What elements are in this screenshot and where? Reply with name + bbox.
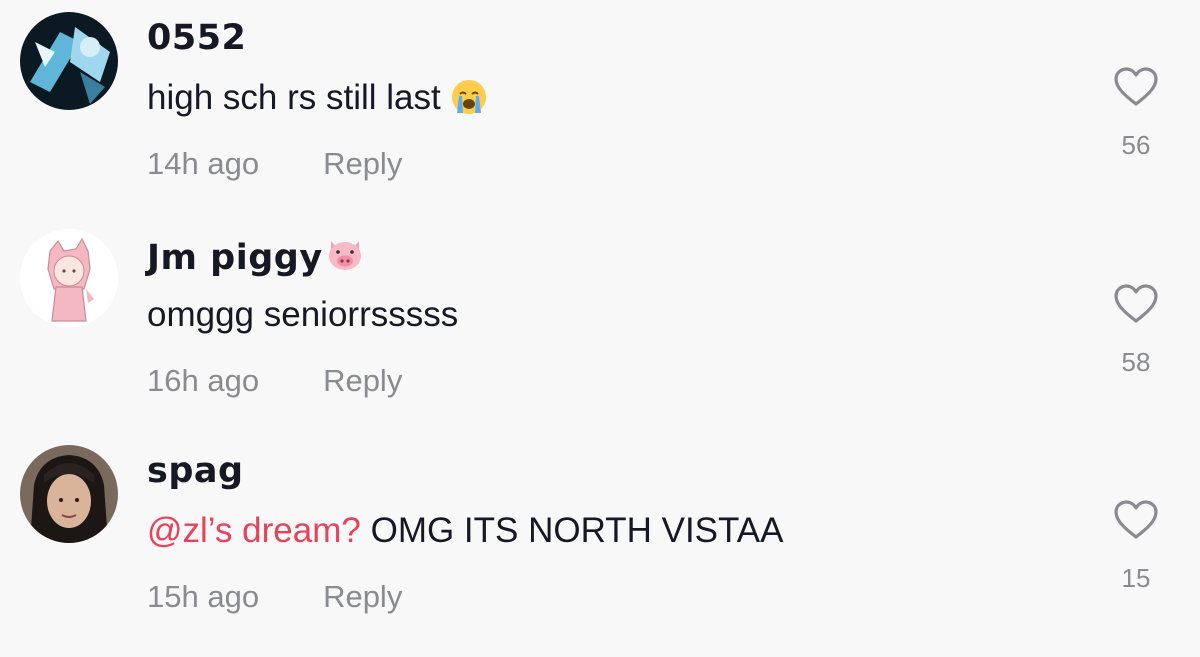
avatar[interactable] (20, 12, 118, 110)
avatar[interactable] (20, 445, 118, 543)
avatar-image (20, 229, 118, 327)
timestamp: 14h ago (147, 146, 260, 181)
username-text: Jm piggy (147, 238, 323, 278)
username-text: spag (147, 451, 244, 491)
avatar[interactable] (20, 229, 118, 327)
reply-button[interactable]: Reply (323, 363, 402, 398)
comment-body: OMG ITS NORTH VISTAA (370, 511, 784, 550)
avatar-image (20, 445, 118, 543)
comment-item: Jm piggy omggg seniorrsssss 16h ago Reply… (0, 217, 1200, 433)
heart-outline-icon (1114, 67, 1158, 106)
comment-body: omggg seniorrsssss (147, 295, 459, 334)
comment-item: spag @zl’s dream? OMG ITS NORTH VISTAA 1… (0, 433, 1200, 649)
like-button[interactable]: 15 (1106, 499, 1166, 594)
comment-body: high sch rs still last (147, 78, 441, 117)
like-count: 56 (1121, 130, 1151, 160)
username[interactable]: spag (147, 451, 244, 491)
reply-button[interactable]: Reply (323, 146, 402, 181)
comment-meta: 16h ago Reply (147, 363, 402, 399)
like-button[interactable]: 56 (1106, 66, 1166, 161)
username[interactable]: 0552 (147, 18, 246, 58)
comment-text: high sch rs still last (147, 78, 487, 118)
comment-text: omggg seniorrsssss (147, 295, 458, 335)
comment-list: 0552 high sch rs still last 14h ago Reply… (0, 0, 1200, 657)
heart-outline-icon (1114, 284, 1158, 323)
like-count: 58 (1121, 347, 1151, 377)
reply-button[interactable]: Reply (323, 579, 402, 614)
avatar-image (20, 12, 118, 110)
comment-text: @zl’s dream? OMG ITS NORTH VISTAA (147, 511, 784, 551)
comment-meta: 15h ago Reply (147, 579, 402, 615)
like-count: 15 (1121, 563, 1151, 593)
comment-meta: 14h ago Reply (147, 146, 402, 182)
comment-item: 0552 high sch rs still last 14h ago Reply… (0, 0, 1200, 216)
timestamp: 15h ago (147, 579, 260, 614)
mention-link[interactable]: @zl’s dream? (147, 511, 361, 550)
heart-outline-icon (1114, 500, 1158, 539)
loudly-crying-face-emoji (451, 80, 486, 114)
like-button[interactable]: 58 (1106, 283, 1166, 378)
username[interactable]: Jm piggy (147, 235, 365, 278)
timestamp: 16h ago (147, 363, 260, 398)
pig-face-emoji (328, 241, 361, 270)
username-text: 0552 (147, 18, 247, 58)
